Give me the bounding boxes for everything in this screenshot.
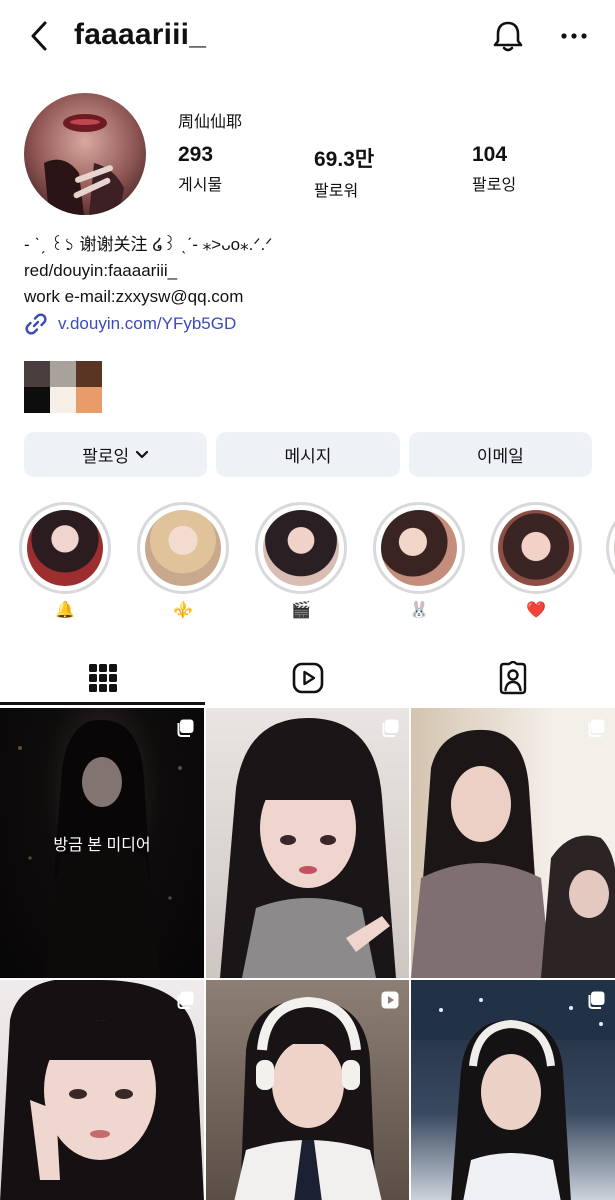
post-image [411,980,615,1200]
profile-tabs [0,650,615,706]
profile-avatar[interactable] [24,93,146,215]
following-button-label: 팔로잉 [82,447,130,466]
grid-icon [88,664,117,692]
story-highlights: 🔔 ⚜️ 🎬 🐰 ❤️ [0,502,615,632]
carousel-icon [177,719,194,737]
bio-line: work e-mail:zxxysw@qq.com [24,287,244,306]
carousel-icon [177,991,194,1009]
post-image [220,718,396,978]
highlight-ring [255,502,347,594]
email-button-label: 이메일 [476,447,524,466]
highlight-cover [27,510,103,586]
highlight-item[interactable] [606,502,615,594]
color-swatch [76,387,102,413]
post-tile[interactable] [411,708,615,978]
profile-link[interactable]: v.douyin.com/YFyb5GD [24,312,236,336]
highlight-ring [19,502,111,594]
following-count: 104 [472,143,508,166]
highlight-item[interactable]: 🔔 [19,502,111,622]
highlight-label: 🐰 [409,602,429,619]
highlight-item[interactable]: 🎬 [255,502,347,622]
posts-stat[interactable]: 293 게시물 [178,143,222,195]
posts-grid: 방금 본 미디어 [0,708,615,1200]
post-image [0,980,204,1200]
posts-label: 게시물 [178,177,223,194]
color-swatch [76,361,102,387]
color-swatch [24,361,50,387]
back-button[interactable] [24,18,54,54]
highlight-label: ⚜️ [173,602,193,619]
highlight-cover [498,510,574,586]
color-swatch [50,387,76,413]
chevron-down-icon [136,450,149,458]
post-tile[interactable] [206,980,409,1200]
reels-icon [292,662,323,694]
more-horizontal-icon [561,33,587,39]
color-palette [24,361,102,413]
bell-icon [493,21,523,52]
following-label: 팔로잉 [472,177,517,194]
profile-bio: - ˋˏ ꒰১ 谢谢关注 ໒꒱ ˎˊ- ⁎>ᴗo⁎.ᐟ.ᐟ red/douyin… [24,232,272,310]
tab-reels[interactable] [205,650,410,706]
followers-label: 팔로워 [314,183,359,200]
color-swatch [24,387,50,413]
tab-posts[interactable] [0,650,205,706]
post-tile[interactable] [206,708,409,978]
posts-count: 293 [178,143,214,166]
message-button-label: 메시지 [284,447,332,466]
highlight-label: ❤️ [526,602,546,619]
highlight-label: 🔔 [55,602,75,619]
message-button[interactable]: 메시지 [216,432,400,477]
profile-link-text: v.douyin.com/YFyb5GD [58,314,237,333]
active-tab-indicator [0,702,205,705]
highlight-item[interactable]: 🐰 [373,502,465,622]
tagged-icon [499,661,526,695]
email-button[interactable]: 이메일 [408,432,592,477]
post-image [234,996,382,1200]
bio-line: - ˋˏ ꒰১ 谢谢关注 ໒꒱ ˎˊ- ⁎>ᴗo⁎.ᐟ.ᐟ [24,235,273,254]
post-tile[interactable] [0,980,204,1200]
highlight-item[interactable]: ⚜️ [137,502,229,622]
color-swatch [50,361,76,387]
highlight-cover [381,510,457,586]
reel-icon [381,991,399,1009]
followers-stat[interactable]: 69.3만 팔로워 [314,143,374,201]
highlight-label: 🎬 [291,602,311,619]
more-options-button[interactable] [556,18,592,54]
carousel-icon [382,719,399,737]
highlight-cover [263,510,339,586]
profile-username: faaaariii_ [74,18,207,51]
tab-tagged[interactable] [410,650,615,706]
highlight-ring [137,502,229,594]
display-name: 周仙仙耶 [178,114,243,131]
highlight-ring [606,502,615,594]
recently-viewed-overlay: 방금 본 미디어 [0,708,204,978]
profile-actions: 팔로잉 메시지 이메일 [24,432,592,477]
highlight-item[interactable]: ❤️ [490,502,582,622]
chevron-left-icon [31,21,47,51]
highlight-ring [373,502,465,594]
highlight-cover [145,510,221,586]
link-icon [25,313,47,335]
following-button[interactable]: 팔로잉 [24,432,208,477]
post-tile[interactable]: 방금 본 미디어 [0,708,204,978]
profile-header: faaaariii_ [0,0,615,80]
followers-count: 69.3만 [314,148,375,171]
carousel-icon [588,991,605,1009]
post-tile[interactable] [411,980,615,1200]
carousel-icon [588,719,605,737]
post-image [411,729,615,978]
highlight-ring [490,502,582,594]
notifications-button[interactable] [488,16,528,56]
following-stat[interactable]: 104 팔로잉 [472,143,516,195]
bio-line: red/douyin:faaaariii_ [24,261,178,280]
